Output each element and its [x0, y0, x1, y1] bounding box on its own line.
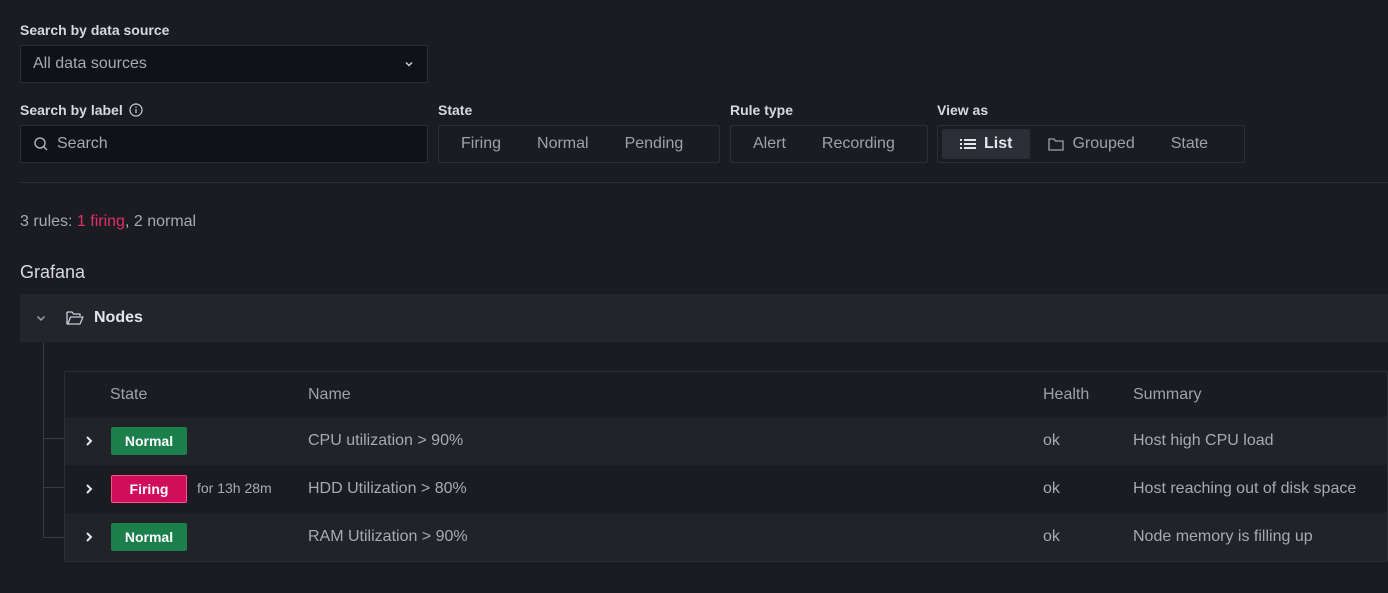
state-filter-group: Firing Normal Pending: [438, 125, 720, 163]
chevron-down-icon: [405, 61, 413, 67]
state-option-firing[interactable]: Firing: [443, 129, 519, 159]
namespace-title: Grafana: [20, 262, 86, 282]
label-search-input[interactable]: Search: [20, 125, 428, 163]
tree-line-branch: [43, 438, 64, 439]
view-as-option-grouped[interactable]: Grouped: [1030, 129, 1152, 159]
tree-line-vertical: [43, 342, 44, 538]
summary-normal: 2 normal: [133, 213, 197, 230]
folder-open-icon: [66, 311, 84, 325]
chevron-right-icon[interactable]: [83, 435, 95, 447]
view-as-group: List Grouped State: [937, 125, 1245, 163]
label-search-label: Search by label: [20, 102, 123, 118]
rule-summary: Host reaching out of disk space: [1133, 480, 1357, 497]
header-health: Health: [1043, 385, 1090, 403]
state-badge: Normal: [111, 523, 187, 551]
chevron-right-icon[interactable]: [83, 531, 95, 543]
state-filter-label: State: [438, 102, 473, 118]
summary-firing: 1 firing: [76, 213, 125, 230]
table-row[interactable]: Normal CPU utilization > 90% ok Host hig…: [65, 417, 1387, 465]
rules-summary: 3 rules: 1 firing, 2 normal: [20, 213, 196, 231]
rules-table: State Name Health Summary Normal CPU uti…: [64, 371, 1388, 562]
state-option-pending[interactable]: Pending: [607, 129, 702, 159]
rule-summary: Node memory is filling up: [1133, 528, 1313, 545]
folder-name: Nodes: [94, 309, 143, 326]
state-option-normal[interactable]: Normal: [519, 129, 607, 159]
rule-health: ok: [1043, 432, 1060, 449]
chevron-right-icon[interactable]: [83, 483, 95, 495]
rule-type-option-alert[interactable]: Alert: [735, 129, 804, 159]
tree-line-branch: [43, 537, 64, 538]
rule-type-label: Rule type: [730, 102, 794, 118]
list-icon: [960, 139, 976, 149]
datasource-select[interactable]: All data sources: [20, 45, 428, 83]
rule-type-group: Alert Recording: [730, 125, 928, 163]
rule-name: CPU utilization > 90%: [308, 432, 464, 449]
rule-health: ok: [1043, 528, 1060, 545]
rule-name: RAM Utilization > 90%: [308, 528, 468, 545]
state-badge: Normal: [111, 427, 187, 455]
state-duration: for 13h 28m: [197, 480, 272, 496]
header-state: State: [110, 385, 148, 403]
table-header: State Name Health Summary: [65, 372, 1387, 417]
summary-sep: ,: [124, 213, 134, 230]
rule-type-option-recording[interactable]: Recording: [804, 129, 913, 159]
view-as-option-state[interactable]: State: [1153, 129, 1226, 159]
search-icon: [34, 137, 48, 151]
summary-prefix: 3 rules:: [20, 213, 77, 230]
view-as-list-label: List: [984, 135, 1013, 152]
rule-summary: Host high CPU load: [1133, 432, 1274, 449]
info-icon[interactable]: [129, 103, 143, 117]
folder-icon: [1048, 138, 1065, 151]
header-name: Name: [308, 385, 351, 403]
tree-line-branch: [43, 487, 64, 488]
datasource-value: All data sources: [33, 55, 147, 72]
view-as-label: View as: [937, 102, 989, 118]
label-search-label-wrap: Search by label: [20, 102, 143, 118]
table-row[interactable]: Firing for 13h 28m HDD Utilization > 80%…: [65, 465, 1387, 513]
rule-health: ok: [1043, 480, 1060, 497]
view-as-grouped-label: Grouped: [1072, 135, 1135, 152]
header-summary: Summary: [1133, 385, 1202, 403]
state-badge: Firing: [111, 475, 187, 503]
folder-group-header[interactable]: Nodes: [20, 294, 1388, 342]
view-as-option-list[interactable]: List: [942, 129, 1031, 159]
search-placeholder: Search: [57, 135, 108, 152]
filters-divider: [20, 182, 1388, 183]
datasource-label: Search by data source: [20, 22, 170, 38]
table-row[interactable]: Normal RAM Utilization > 90% ok Node mem…: [65, 513, 1387, 561]
chevron-down-icon[interactable]: [34, 311, 48, 325]
rule-name: HDD Utilization > 80%: [308, 480, 467, 497]
